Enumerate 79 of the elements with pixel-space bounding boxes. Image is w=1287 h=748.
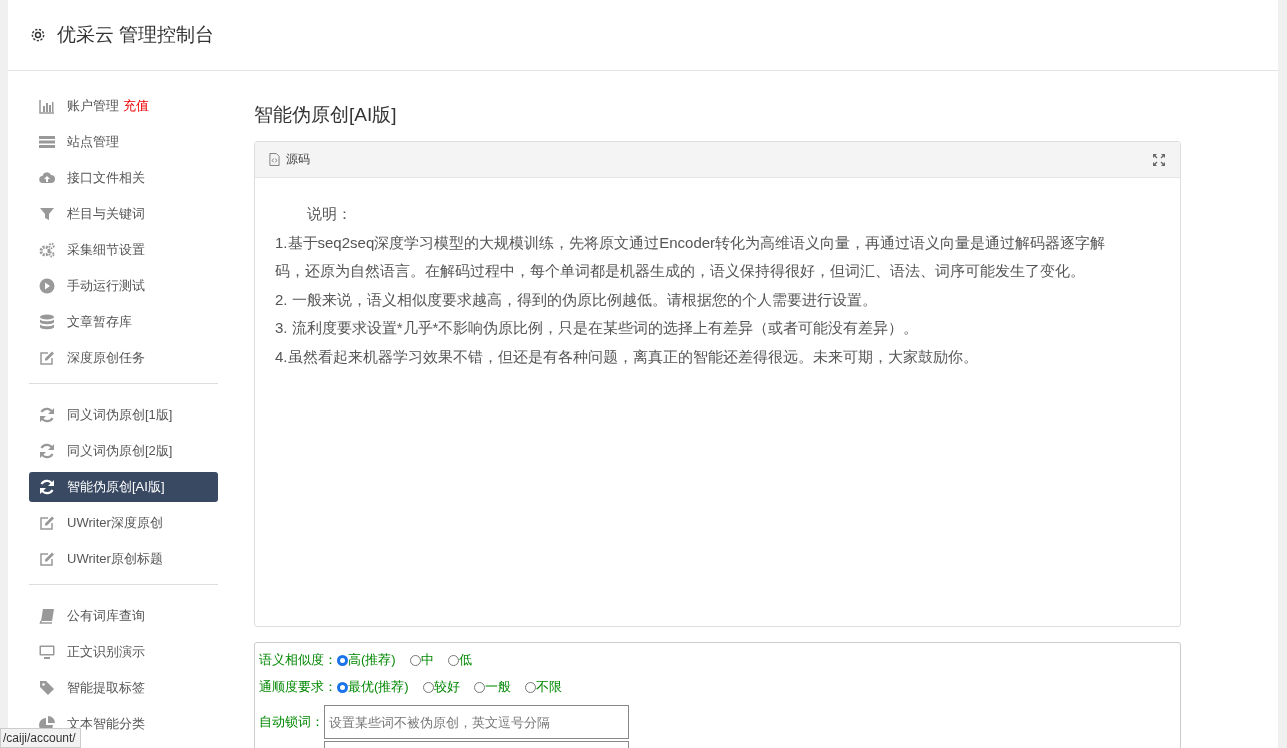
radio-option[interactable]: 高(推荐) — [337, 651, 396, 669]
radio-option[interactable]: 较好 — [422, 678, 460, 696]
radio-button[interactable] — [447, 654, 459, 666]
sidebar-item[interactable]: 接口文件相关 — [29, 163, 218, 193]
refresh-icon — [39, 407, 55, 423]
sidebar-item-label: 文章暂存库 — [67, 313, 132, 331]
sidebar-item[interactable]: 栏目与关键词 — [29, 199, 218, 229]
description-paragraph: 2. 一般来说，语义相似度要求越高，得到的伪原比例越低。请根据您的个人需要进行设置。 — [275, 289, 878, 310]
sidebar-item-label: 同义词伪原创[2版] — [67, 442, 173, 460]
description-paragraph: 说明： — [306, 204, 353, 224]
settings-icon — [29, 26, 47, 44]
tag-icon — [39, 680, 55, 696]
book-icon — [39, 608, 55, 624]
sidebar-item-label: 正文识别演示 — [67, 643, 145, 661]
radio-button[interactable] — [473, 681, 485, 693]
sidebar-item-label: 智能伪原创[AI版] — [67, 478, 165, 496]
option-label: 语义相似度： — [259, 651, 337, 669]
sidebar-item-label: 接口文件相关 — [67, 169, 145, 187]
sidebar-item-label: 采集细节设置 — [67, 241, 145, 259]
bar-chart-icon — [39, 98, 55, 114]
sidebar-item[interactable]: 公有词库查询 — [29, 601, 218, 631]
gears-icon — [39, 242, 55, 258]
radio-option[interactable]: 最优(推荐) — [337, 678, 409, 696]
sidebar-item[interactable]: 站点管理 — [29, 127, 218, 157]
sidebar-item[interactable]: 深度原创任务 — [29, 343, 218, 373]
radio-option[interactable]: 不限 — [524, 678, 562, 696]
radio-button[interactable] — [337, 681, 348, 693]
sidebar-item[interactable]: UWriter深度原创 — [29, 508, 218, 538]
app-title: 优采云 管理控制台 — [57, 23, 215, 47]
radio-button[interactable] — [337, 654, 348, 666]
sidebar-item[interactable]: 正文识别演示 — [29, 637, 218, 667]
sidebar-item-label: 栏目与关键词 — [67, 205, 145, 223]
sidebar-item-label: 深度原创任务 — [67, 349, 145, 367]
description-paragraph: 1.基于seq2seq深度学习模型的大规模训练，先将原文通过Encoder转化为高维语义向量，再通过语义向量是通过解码器逐字解码，还原为自然语言。在解码过程中，每个单词都是机器生成的，语义保持得很好，但词汇、语法、词序可能发生了变化。 — [275, 232, 1107, 281]
sidebar-item[interactable]: 账户管理 充值 — [29, 91, 218, 121]
option-label: 通顺度要求： — [259, 678, 337, 696]
sidebar-item[interactable]: 同义词伪原创[1版] — [29, 400, 218, 430]
cloud-upload-icon — [39, 170, 55, 186]
source-button[interactable]: 源码 — [269, 151, 310, 168]
status-url: /caiji/account/ — [0, 728, 81, 748]
database-icon — [39, 314, 55, 330]
description-paragraph: 3. 流利度要求设置*几乎*不影响伪原比例，只是在某些词的选择上有差异（或者可能没有差异）。 — [275, 318, 920, 338]
radio-option[interactable]: 中 — [409, 651, 434, 669]
fullscreen-icon[interactable] — [1152, 152, 1166, 167]
option-label: 自动锁词： — [259, 713, 324, 731]
sidebar-item-label: 同义词伪原创[1版] — [67, 406, 173, 424]
radio-option[interactable]: 低 — [447, 651, 472, 669]
sidebar-item-label: 站点管理 — [67, 133, 119, 151]
sidebar-item-label: 智能提取标签 — [67, 679, 145, 697]
page-title: 智能伪原创[AI版] — [254, 103, 398, 127]
sidebar-item[interactable]: 智能伪原创[AI版] — [29, 472, 218, 502]
edit-icon — [39, 551, 55, 567]
radio-button[interactable] — [422, 681, 434, 693]
sidebar-item-label: UWriter原创标题 — [67, 550, 163, 568]
radio-button[interactable] — [409, 654, 421, 666]
sidebar-item-label: 公有词库查询 — [67, 607, 145, 625]
sidebar-item-label: 账户管理 — [67, 97, 119, 115]
sidebar-item[interactable]: 智能提取标签 — [29, 673, 218, 703]
lock-words-field[interactable]: 设置某些词不被伪原创，英文逗号分隔 — [324, 705, 629, 739]
sidebar-item[interactable]: 手动运行测试 — [29, 271, 218, 301]
server-icon — [39, 134, 55, 150]
monitor-icon — [39, 644, 55, 660]
sidebar-item[interactable]: 文章暂存库 — [29, 307, 218, 337]
refresh-icon — [39, 443, 55, 459]
code-file-icon — [269, 153, 280, 166]
filter-icon — [39, 206, 55, 222]
description-paragraph: 4.虽然看起来机器学习效果不错，但还是有各种问题，离真正的智能还差得很远。未来可期，大家鼓励你。 — [275, 346, 979, 367]
sidebar-item[interactable]: 同义词伪原创[2版] — [29, 436, 218, 466]
sidebar-item-label: UWriter深度原创 — [67, 514, 163, 532]
sidebar-item[interactable]: UWriter原创标题 — [29, 544, 218, 574]
recharge-link[interactable]: 充值 — [123, 97, 149, 115]
sidebar-item[interactable]: 采集细节设置 — [29, 235, 218, 265]
refresh-icon — [39, 479, 55, 495]
edit-icon — [39, 515, 55, 531]
sidebar-item-label: 手动运行测试 — [67, 277, 145, 295]
play-icon — [39, 278, 55, 294]
edit-icon — [39, 350, 55, 366]
radio-option[interactable]: 一般 — [473, 678, 511, 696]
radio-button[interactable] — [524, 681, 536, 693]
